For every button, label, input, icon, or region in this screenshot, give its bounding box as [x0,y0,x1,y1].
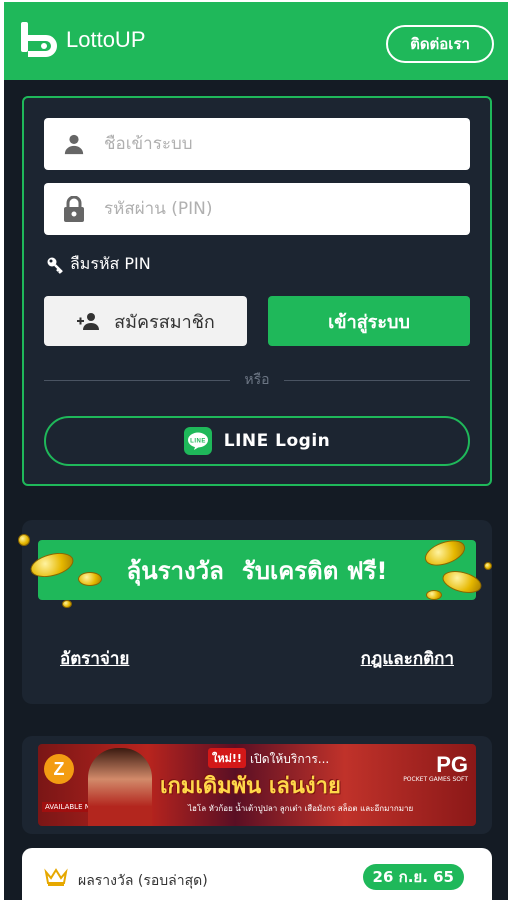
username-input[interactable] [104,134,444,154]
banner-text-1: ลุ้นรางวัล [126,556,224,585]
pg-logo-icon: PG [436,752,468,777]
results-card: ผลรางวัล (รอบล่าสุด) 26 ก.ย. 65 [22,848,492,900]
forgot-pin-link[interactable]: ลืมรหัส PIN [46,252,151,277]
game-card: Z AVAILABLE NOW ใหม่!! เปิดให้บริการ... … [22,736,492,834]
pg-logo-subtitle: POCKET GAMES SOFT [403,776,468,783]
line-login-button[interactable]: LINE LINE Login [44,416,470,466]
results-date-badge: 26 ก.ย. 65 [362,864,464,890]
payout-rate-link[interactable]: อัตราจ่าย [60,645,129,672]
lottoup-logo-icon [21,22,57,57]
line-login-label: LINE Login [223,431,331,451]
line-icon: LINE [183,427,212,455]
promo-card: ลุ้นรางวัล รับเครดิต ฟรี! อัตราจ่าย กฎแล… [18,520,492,704]
pin-input[interactable] [104,199,444,219]
register-button[interactable]: สมัครสมาชิก [44,296,247,346]
add-user-icon [76,312,100,330]
register-label: สมัครสมาชิก [114,311,215,333]
new-badge: ใหม่!! [208,748,246,768]
divider-line-left [44,379,231,381]
game-banner-title: เกมเดิมพัน เล่นง่าย [160,774,341,799]
rules-link[interactable]: กฎและกติกา [361,645,454,672]
login-card: ลืมรหัส PIN สมัครสมาชิก เข้าสู่ระบบ หรือ… [22,96,492,486]
coin-icon [78,572,102,586]
top-bar: LottoUP ติดต่อเรา [4,2,508,80]
key-icon [47,257,63,274]
or-label: หรือ [244,372,270,388]
banner-text-2: รับเครดิต ฟรี! [241,556,388,585]
user-icon [44,133,104,155]
username-field[interactable] [44,118,470,170]
pin-field[interactable] [44,183,470,235]
zgame-logo-icon: Z [44,754,74,784]
game-banner-subtitle: ไฮโล หัวก้อย น้ำเต้าปูปลา ลูกเต๋า เสือมั… [188,804,414,813]
forgot-pin-label: ลืมรหัส PIN [70,254,151,273]
lock-icon [44,196,104,222]
character-image [88,748,152,826]
logo-text: LottoUP [66,27,146,52]
results-title: ผลรางวัล (รอบล่าสุด) [78,873,208,889]
coin-icon [484,562,492,570]
crown-icon [44,868,68,886]
free-credit-banner[interactable]: ลุ้นรางวัล รับเครดิต ฟรี! [38,540,476,600]
login-button[interactable]: เข้าสู่ระบบ [268,296,470,346]
contact-us-button[interactable]: ติดต่อเรา [386,25,494,63]
or-divider: หรือ [44,370,470,390]
coin-icon [426,590,442,600]
divider-line-right [283,379,470,381]
game-banner[interactable]: Z AVAILABLE NOW ใหม่!! เปิดให้บริการ... … [38,744,476,826]
coin-icon [62,600,72,608]
promo-links: อัตราจ่าย กฎและกติกา [60,645,454,672]
open-service-text: เปิดให้บริการ... [250,752,330,766]
coin-icon [18,534,30,546]
line-logo-text: LINE [190,439,206,445]
logo[interactable]: LottoUP [18,20,146,60]
